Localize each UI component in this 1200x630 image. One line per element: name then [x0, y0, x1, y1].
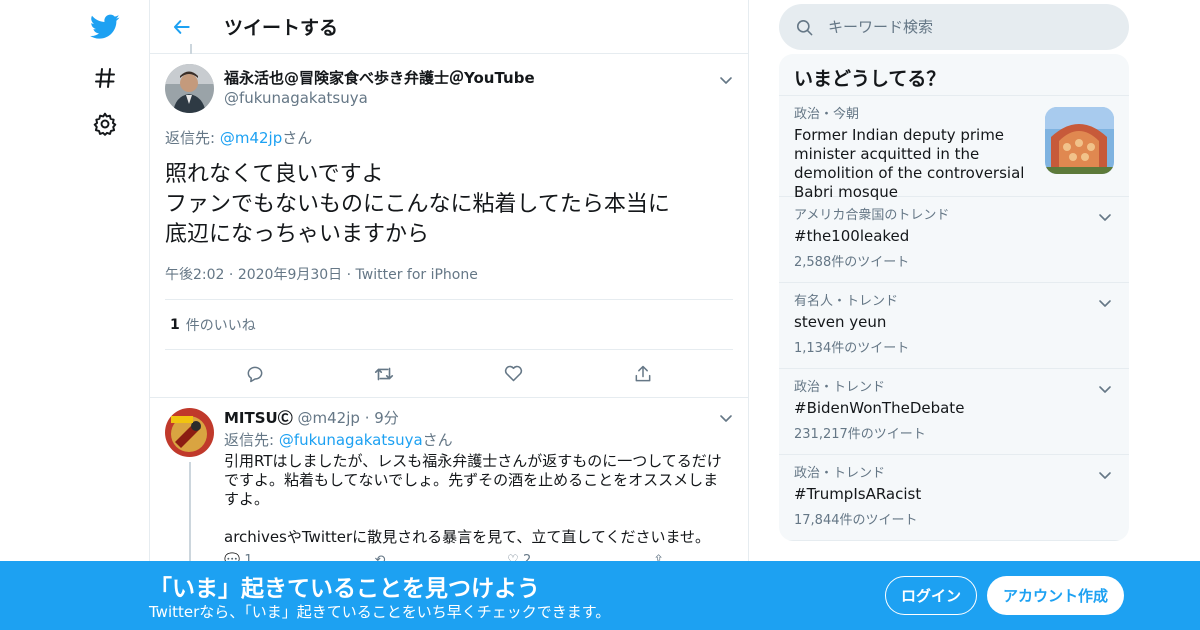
trends-panel: いまどうしてる？ 政治・今朝 Former Indian deputy prim… — [779, 54, 1129, 541]
trend-item[interactable]: 政治・トレンド #BidenWonTheDebate 231,217件のツイート — [779, 369, 1129, 455]
like-button[interactable] — [502, 362, 526, 386]
thread-line — [190, 44, 192, 54]
hashtag-icon — [95, 68, 115, 88]
meta-separator: · — [364, 409, 375, 427]
news-image — [1045, 107, 1114, 174]
trend-category: 有名人・トレンド — [794, 294, 899, 309]
retweet-button[interactable] — [372, 362, 396, 386]
reply-avatar[interactable] — [165, 408, 214, 457]
trend-topic: steven yeun — [794, 313, 887, 331]
tweet-time[interactable]: 午後2:02 — [165, 267, 224, 283]
arrow-left-icon — [173, 19, 190, 34]
reply-body: MITSUⒸ @m42jp · 9分 返信先: @fukunagakatsuya… — [224, 408, 733, 568]
reply-avatar-image — [165, 408, 214, 457]
reply-handle-link[interactable]: @fukunagakatsuya — [279, 431, 423, 449]
tweet-author-row: 福永活也@冒険家食べ歩き弁護士＠YouTube @fukunagakatsuya — [165, 64, 733, 113]
search-box[interactable] — [779, 4, 1129, 50]
replying-to: 返信先: @fukunagakatsuyaさん — [224, 429, 733, 450]
reply-prefix: 返信先: — [165, 129, 220, 147]
reply-prefix: 返信先: — [224, 431, 279, 449]
news-text: 政治・今朝 Former Indian deputy prime ministe… — [794, 106, 1045, 201]
reply-button[interactable] — [243, 362, 267, 386]
tweet-menu-button[interactable] — [718, 72, 734, 88]
explore-link[interactable] — [90, 63, 120, 93]
trends-title: いまどうしてる？ — [779, 54, 1129, 96]
tweet-text: 照れなくて良いですよ ファンでもないものにこんなに粘着してたら本当に 底辺になっ… — [165, 162, 670, 247]
page-header: ツイートする — [150, 0, 748, 54]
login-button[interactable]: ログイン — [885, 576, 977, 615]
trend-category: 政治・トレンド — [794, 466, 886, 481]
meta-separator: · — [224, 267, 238, 283]
gear-icon — [93, 112, 117, 136]
twitter-bird-icon — [90, 14, 120, 39]
heart-icon — [505, 365, 523, 382]
search-input[interactable] — [828, 18, 1108, 36]
trend-topic: #BidenWonTheDebate — [794, 399, 965, 417]
news-category: 政治・今朝 — [794, 107, 860, 122]
trend-category: 政治・トレンド — [794, 380, 886, 395]
reply-handle-link[interactable]: @m42jp — [220, 129, 282, 147]
page-title: ツイートする — [224, 17, 339, 39]
reply-suffix: さん — [282, 129, 313, 147]
tweet-date[interactable]: 2020年9月30日 — [238, 267, 342, 283]
author-names: 福永活也@冒険家食べ歩き弁護士＠YouTube @fukunagakatsuya — [224, 64, 535, 108]
tweet-menu-button[interactable] — [718, 410, 734, 426]
chevron-down-icon — [720, 77, 732, 84]
tweet-actions — [150, 350, 748, 398]
retweet-icon — [375, 367, 394, 380]
tweet-source[interactable]: Twitter for iPhone — [356, 267, 478, 283]
reply-age[interactable]: 9分 — [374, 409, 399, 427]
trend-count: 1,134件のツイート — [794, 341, 910, 356]
share-button[interactable] — [631, 362, 655, 386]
trend-count: 17,844件のツイート — [794, 513, 918, 528]
news-headline: Former Indian deputy prime minister acqu… — [794, 126, 1025, 201]
main-column: ツイートする 福永活也@冒険家食べ歩き弁護士＠YouTube @fukunaga… — [149, 0, 749, 630]
trend-category: アメリカ合衆国のトレンド — [794, 208, 950, 223]
settings-link[interactable] — [90, 109, 120, 139]
trend-count: 2,588件のツイート — [794, 255, 910, 270]
author-handle[interactable]: @fukunagakatsuya — [224, 88, 535, 108]
app-root: ツイートする 福永活也@冒険家食べ歩き弁護士＠YouTube @fukunaga… — [0, 0, 1200, 630]
reply-tweet[interactable]: MITSUⒸ @m42jp · 9分 返信先: @fukunagakatsuya… — [150, 398, 748, 582]
share-icon — [635, 365, 651, 381]
avatar-image — [165, 64, 214, 113]
reply-head: MITSUⒸ @m42jp · 9分 — [224, 408, 733, 428]
signup-button[interactable]: アカウント作成 — [987, 576, 1124, 615]
right-sidebar: いまどうしてる？ 政治・今朝 Former Indian deputy prim… — [779, 0, 1129, 541]
chevron-down-icon[interactable] — [1097, 295, 1113, 311]
trend-item[interactable]: 政治・トレンド #TrumpIsARacist 17,844件のツイート — [779, 455, 1129, 541]
focused-tweet: 福永活也@冒険家食べ歩き弁護士＠YouTube @fukunagakatsuya… — [150, 54, 748, 398]
reply-icon — [247, 366, 263, 382]
meta-separator: · — [342, 267, 356, 283]
chevron-down-icon — [720, 415, 732, 422]
trend-count: 231,217件のツイート — [794, 427, 926, 442]
banner-subtitle: Twitterなら、「いま」起きていることをいち早くチェックできます。 — [149, 603, 611, 621]
chevron-down-icon[interactable] — [1097, 381, 1113, 397]
likes-count: 1 — [170, 316, 180, 333]
avatar[interactable] — [165, 64, 214, 113]
trend-item[interactable]: 有名人・トレンド steven yeun 1,134件のツイート — [779, 283, 1129, 369]
back-button[interactable] — [170, 15, 194, 39]
tweet-meta: 午後2:02 · 2020年9月30日 · Twitter for iPhone — [165, 264, 733, 300]
replying-to: 返信先: @m42jpさん — [165, 127, 733, 148]
reply-author-name[interactable]: MITSUⒸ — [224, 409, 293, 427]
reply-text: 引用RTはしましたが、レスも福永弁護士さんが返すものに一つしてるだけですよ。粘着… — [224, 452, 722, 546]
trend-topic: #TrumpIsARacist — [794, 485, 922, 503]
twitter-home-link[interactable] — [90, 12, 120, 42]
reply-suffix: さん — [422, 431, 453, 449]
signup-banner: 「いま」起きていることを見つけよう Twitterなら、「いま」起きていることを… — [0, 561, 1200, 630]
search-icon — [796, 19, 813, 35]
news-trend-item[interactable]: 政治・今朝 Former Indian deputy prime ministe… — [779, 96, 1129, 201]
reply-author-handle[interactable]: @m42jp — [298, 409, 360, 427]
likes-label: 件のいいね — [185, 317, 256, 334]
likes-summary[interactable]: 1 件のいいね — [165, 300, 733, 350]
trend-topic: #the100leaked — [794, 227, 910, 245]
news-thumbnail — [1045, 107, 1114, 174]
banner-title: 「いま」起きていることを見つけよう — [149, 576, 540, 602]
chevron-down-icon[interactable] — [1097, 209, 1113, 225]
chevron-down-icon[interactable] — [1097, 467, 1113, 483]
author-name[interactable]: 福永活也@冒険家食べ歩き弁護士＠YouTube — [224, 68, 535, 88]
trend-item[interactable]: アメリカ合衆国のトレンド #the100leaked 2,588件のツイート — [779, 197, 1129, 283]
